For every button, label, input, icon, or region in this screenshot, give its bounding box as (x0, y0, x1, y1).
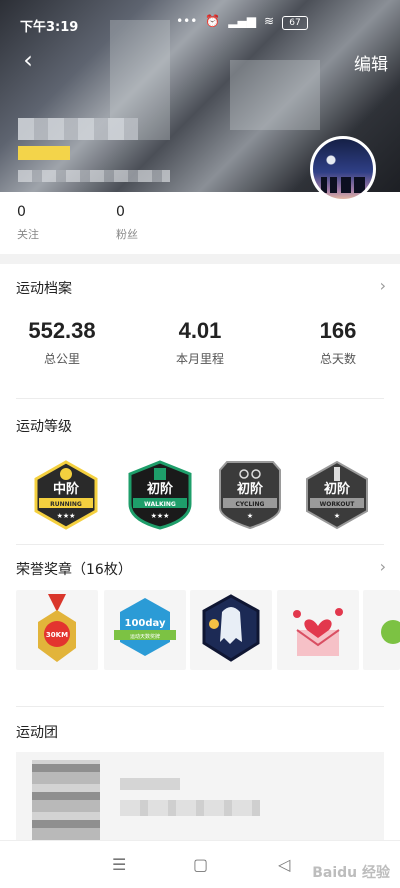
avatar-city-silhouette (321, 177, 365, 193)
levels-title: 运动等级 (16, 419, 72, 435)
following-count: 0 (17, 204, 26, 220)
fans-count: 0 (116, 204, 125, 220)
battery-icon: 67 (282, 16, 308, 30)
status-time: 下午3:19 (20, 20, 79, 35)
section-divider (0, 254, 400, 264)
stat-label: 本月里程 (175, 352, 224, 366)
stat-value: 4.01 (178, 318, 222, 343)
stars-icon: ★★★ (57, 512, 76, 520)
level-sport: WALKING (144, 501, 176, 508)
medal-partial-icon (381, 620, 400, 644)
home-icon[interactable]: ▢ (193, 855, 208, 874)
avatar[interactable] (310, 136, 376, 202)
medal-label: 100day (125, 618, 166, 629)
star-icon: ★ (247, 512, 253, 520)
username-pixelated (18, 118, 138, 140)
chevron-right-icon[interactable]: › (380, 276, 386, 295)
follow-stats: 0 关注 0 粉丝 (0, 204, 400, 250)
level-badge-walking[interactable]: 初阶 WALKING ★★★ (127, 460, 193, 530)
workout-badge-icon: 初阶 WORKOUT ★ (306, 460, 368, 530)
signal-icon: ▂▄▆ (228, 14, 256, 28)
status-icons: ••• ⏰ ▂▄▆ ≋ (176, 14, 274, 28)
dots-icon: ••• (176, 14, 198, 28)
chevron-right-icon[interactable]: › (380, 557, 386, 576)
fans-stat[interactable]: 0 粉丝 (116, 204, 138, 242)
medal-label: 30KM (46, 631, 68, 639)
team-title: 运动团 (16, 725, 58, 741)
team-image-pixelated (32, 760, 100, 840)
status-bar: 下午3:19 ••• ⏰ ▂▄▆ ≋ 67 (0, 0, 400, 44)
stat-value: 552.38 (28, 318, 96, 343)
stat-value: 166 (319, 318, 357, 343)
medal-ghost-icon (202, 594, 260, 662)
stars-icon: ★★★ (151, 512, 170, 520)
system-nav-bar: ☰ ▢ ◁ Baidu 经验 (0, 840, 400, 888)
level-name: 初阶 (237, 481, 264, 497)
cycling-badge-icon: 初阶 CYCLING ★ (219, 461, 281, 530)
running-badge-icon: 中阶 RUNNING ★★★ (34, 460, 98, 530)
medal-100day[interactable]: 100day 运动天数奖牌 (104, 590, 186, 670)
archive-title: 运动档案 (16, 281, 72, 297)
user-signature-pixelated (18, 170, 170, 182)
team-card[interactable] (16, 752, 384, 840)
stat-month-km: 4.01 本月里程 (140, 318, 260, 367)
medal-30km[interactable]: 30KM (16, 590, 98, 670)
walking-badge-icon: 初阶 WALKING ★★★ (128, 460, 192, 530)
level-sport: WORKOUT (320, 501, 356, 508)
medal-sublabel: 运动天数奖牌 (130, 633, 160, 640)
fans-label: 粉丝 (116, 228, 138, 241)
medal-ghost[interactable] (190, 590, 272, 670)
user-badge-pixelated (18, 146, 70, 160)
stat-total-days: 166 总天数 (278, 318, 398, 367)
back-arrow-icon[interactable]: ‹ (14, 46, 42, 74)
medal-30km-icon: 30KM (38, 594, 76, 662)
section-divider (16, 706, 384, 707)
level-name: 中阶 (53, 481, 80, 497)
back-icon[interactable]: ◁ (278, 855, 290, 874)
stat-total-km: 552.38 总公里 (2, 318, 122, 367)
section-divider (16, 544, 384, 545)
medal-partial[interactable] (363, 590, 400, 670)
star-icon: ★ (334, 512, 340, 520)
team-desc-pixelated (120, 800, 260, 816)
medal-envelope-icon (293, 608, 343, 656)
level-badge-workout[interactable]: 初阶 WORKOUT ★ (304, 460, 370, 530)
background-blur (230, 60, 320, 130)
stat-label: 总公里 (43, 352, 80, 366)
level-sport: CYCLING (236, 501, 265, 508)
level-badge-running[interactable]: 中阶 RUNNING ★★★ (33, 460, 99, 530)
team-name-pixelated (120, 778, 180, 790)
alarm-icon: ⏰ (205, 14, 221, 28)
level-badge-cycling[interactable]: 初阶 CYCLING ★ (217, 460, 283, 530)
edit-button[interactable]: 编辑 (354, 50, 388, 75)
medal-100day-icon: 100day 运动天数奖牌 (114, 598, 176, 656)
level-name: 初阶 (324, 481, 351, 497)
stat-label: 总天数 (319, 352, 356, 366)
section-divider (16, 398, 384, 399)
medal-envelope[interactable] (277, 590, 359, 670)
following-label: 关注 (17, 228, 39, 241)
following-stat[interactable]: 0 关注 (17, 204, 39, 242)
wifi-icon: ≋ (263, 14, 274, 28)
menu-icon[interactable]: ☰ (112, 855, 126, 874)
level-name: 初阶 (147, 481, 174, 497)
watermark: Baidu 经验 (312, 865, 390, 881)
medals-title: 荣誉奖章（16枚） (16, 562, 132, 578)
level-sport: RUNNING (50, 501, 82, 508)
